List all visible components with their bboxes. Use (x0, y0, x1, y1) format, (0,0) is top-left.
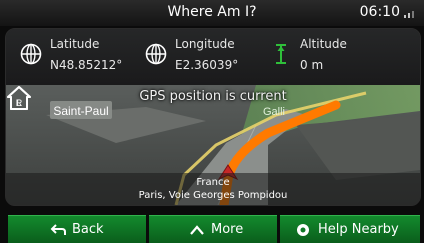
back-arrow-icon (50, 224, 66, 235)
coordinates-row: Latitude N48.85212° Longitude E2.36039° (6, 29, 420, 85)
latitude-block: Latitude N48.85212° (20, 35, 150, 79)
globe-icon (20, 43, 42, 65)
map-view: Saint-Paul Galli GPS position is current… (6, 85, 420, 205)
svg-text:R: R (16, 98, 23, 108)
gps-status-text: GPS position is current (139, 89, 287, 104)
altitude-icon (276, 44, 286, 64)
back-button-label: Back (72, 222, 104, 237)
help-nearby-icon (297, 224, 309, 236)
more-button-label: More (211, 222, 244, 237)
help-nearby-button[interactable]: Help Nearby (280, 215, 420, 243)
longitude-block: Longitude E2.36039° (145, 35, 275, 79)
signal-icon (404, 11, 414, 18)
country-text: France (196, 177, 230, 188)
location-panel: Latitude N48.85212° Longitude E2.36039° (5, 28, 421, 206)
bottom-bar: Back More Help Nearby (0, 215, 424, 243)
longitude-label: Longitude (175, 37, 235, 51)
where-am-i-screen: Where Am I? 06:10 Latitude N48.85212° Lo… (0, 0, 424, 243)
latitude-label: Latitude (50, 37, 100, 51)
longitude-value: E2.36039° (175, 58, 239, 72)
clock: 06:10 (359, 4, 400, 20)
chevron-up-icon (190, 225, 204, 235)
globe-icon (145, 43, 167, 65)
help-nearby-button-label: Help Nearby (318, 222, 399, 237)
home-icon[interactable]: R (6, 85, 32, 111)
back-button[interactable]: Back (8, 215, 146, 243)
more-button[interactable]: More (149, 215, 277, 243)
street-label-galli: Galli (263, 106, 285, 118)
street-label-saint-paul: Saint-Paul (53, 104, 108, 118)
altitude-block: Altitude 0 m (270, 35, 400, 79)
altitude-label: Altitude (300, 37, 347, 51)
address-text: Paris, Voie Georges Pompidou (138, 190, 288, 201)
latitude-value: N48.85212° (50, 58, 123, 72)
altitude-value: 0 m (300, 58, 324, 72)
title-bar: Where Am I? 06:10 (0, 0, 424, 26)
